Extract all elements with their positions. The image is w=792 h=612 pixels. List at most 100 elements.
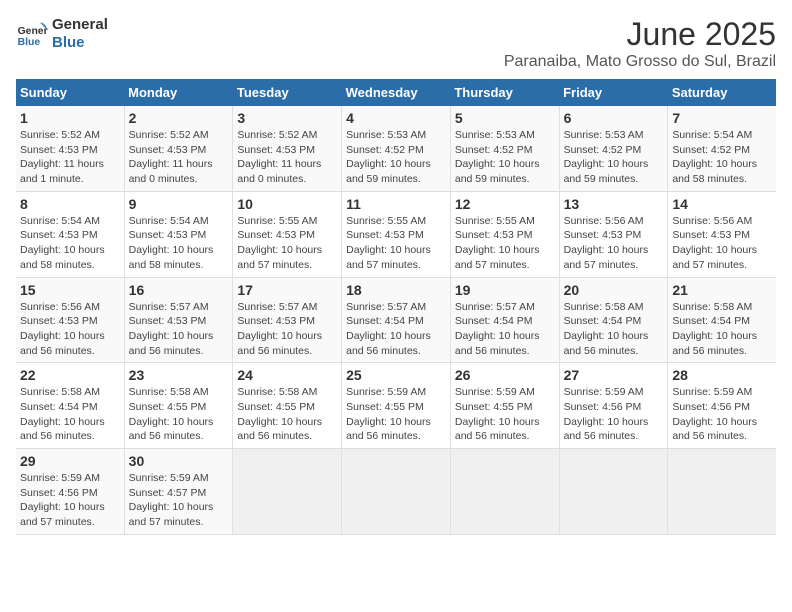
- calendar-week-5: 29 Sunrise: 5:59 AMSunset: 4:56 PMDayligh…: [16, 449, 776, 535]
- day-info: Sunrise: 5:58 AMSunset: 4:54 PMDaylight:…: [20, 385, 120, 444]
- calendar-week-4: 22 Sunrise: 5:58 AMSunset: 4:54 PMDayligh…: [16, 363, 776, 449]
- calendar-cell: 22 Sunrise: 5:58 AMSunset: 4:54 PMDayligh…: [16, 363, 124, 449]
- day-number: 27: [564, 367, 664, 383]
- day-number: 10: [237, 196, 337, 212]
- day-number: 29: [20, 453, 120, 469]
- calendar-cell: 10 Sunrise: 5:55 AMSunset: 4:53 PMDayligh…: [233, 191, 342, 277]
- day-number: 21: [672, 282, 772, 298]
- day-info: Sunrise: 5:56 AMSunset: 4:53 PMDaylight:…: [20, 300, 120, 359]
- day-number: 2: [129, 110, 229, 126]
- calendar-cell: 4Sunrise: 5:53 AMSunset: 4:52 PMDaylight…: [342, 106, 451, 191]
- day-info: Sunrise: 5:59 AMSunset: 4:56 PMDaylight:…: [672, 385, 772, 444]
- weekday-header-monday: Monday: [124, 79, 233, 106]
- day-number: 9: [129, 196, 229, 212]
- calendar-cell: 15 Sunrise: 5:56 AMSunset: 4:53 PMDayligh…: [16, 277, 124, 363]
- day-number: 15: [20, 282, 120, 298]
- day-number: 12: [455, 196, 555, 212]
- weekday-header-tuesday: Tuesday: [233, 79, 342, 106]
- day-number: 26: [455, 367, 555, 383]
- main-title: June 2025: [504, 16, 776, 53]
- calendar-cell: 28Sunrise: 5:59 AMSunset: 4:56 PMDayligh…: [668, 363, 776, 449]
- logo-line2: Blue: [52, 34, 108, 52]
- calendar-cell: 14Sunrise: 5:56 AMSunset: 4:53 PMDayligh…: [668, 191, 776, 277]
- day-number: 24: [237, 367, 337, 383]
- day-number: 8: [20, 196, 120, 212]
- day-info: Sunrise: 5:56 AMSunset: 4:53 PMDaylight:…: [564, 214, 664, 273]
- day-number: 19: [455, 282, 555, 298]
- title-area: June 2025 Paranaiba, Mato Grosso do Sul,…: [504, 16, 776, 71]
- svg-text:General: General: [18, 26, 48, 37]
- day-info: Sunrise: 5:57 AMSunset: 4:54 PMDaylight:…: [346, 300, 446, 359]
- day-info: Sunrise: 5:54 AMSunset: 4:52 PMDaylight:…: [672, 128, 772, 187]
- day-number: 23: [129, 367, 229, 383]
- logo-line1: General: [52, 16, 108, 34]
- day-info: Sunrise: 5:55 AMSunset: 4:53 PMDaylight:…: [237, 214, 337, 273]
- day-number: 5: [455, 110, 555, 126]
- calendar-cell: 20 Sunrise: 5:58 AMSunset: 4:54 PMDayligh…: [559, 277, 668, 363]
- calendar-cell: [668, 449, 776, 535]
- calendar-cell: 21Sunrise: 5:58 AMSunset: 4:54 PMDayligh…: [668, 277, 776, 363]
- calendar-cell: [233, 449, 342, 535]
- day-number: 25: [346, 367, 446, 383]
- calendar-cell: [559, 449, 668, 535]
- day-info: Sunrise: 5:59 AMSunset: 4:55 PMDaylight:…: [346, 385, 446, 444]
- day-info: Sunrise: 5:58 AMSunset: 4:55 PMDaylight:…: [237, 385, 337, 444]
- day-number: 7: [672, 110, 772, 126]
- day-info: Sunrise: 5:55 AMSunset: 4:53 PMDaylight:…: [346, 214, 446, 273]
- day-number: 20: [564, 282, 664, 298]
- sub-title: Paranaiba, Mato Grosso do Sul, Brazil: [504, 53, 776, 71]
- calendar-cell: 17Sunrise: 5:57 AMSunset: 4:53 PMDayligh…: [233, 277, 342, 363]
- day-number: 3: [237, 110, 337, 126]
- calendar-week-1: 1Sunrise: 5:52 AMSunset: 4:53 PMDaylight…: [16, 106, 776, 191]
- page-header: General Blue General Blue June 2025 Para…: [16, 16, 776, 71]
- day-info: Sunrise: 5:52 AMSunset: 4:53 PMDaylight:…: [20, 128, 120, 187]
- day-number: 22: [20, 367, 120, 383]
- day-info: Sunrise: 5:59 AMSunset: 4:56 PMDaylight:…: [564, 385, 664, 444]
- day-number: 13: [564, 196, 664, 212]
- calendar-cell: 12 Sunrise: 5:55 AMSunset: 4:53 PMDayligh…: [450, 191, 559, 277]
- day-number: 30: [129, 453, 229, 469]
- calendar-cell: 30 Sunrise: 5:59 AMSunset: 4:57 PMDayligh…: [124, 449, 233, 535]
- day-info: Sunrise: 5:54 AMSunset: 4:53 PMDaylight:…: [129, 214, 229, 273]
- day-info: Sunrise: 5:58 AMSunset: 4:54 PMDaylight:…: [564, 300, 664, 359]
- day-info: Sunrise: 5:52 AMSunset: 4:53 PMDaylight:…: [129, 128, 229, 187]
- calendar-cell: 29 Sunrise: 5:59 AMSunset: 4:56 PMDayligh…: [16, 449, 124, 535]
- calendar-header-row: SundayMondayTuesdayWednesdayThursdayFrid…: [16, 79, 776, 106]
- weekday-header-wednesday: Wednesday: [342, 79, 451, 106]
- logo-icon: General Blue: [16, 18, 48, 50]
- calendar-cell: 7 Sunrise: 5:54 AMSunset: 4:52 PMDaylight…: [668, 106, 776, 191]
- calendar-cell: 6Sunrise: 5:53 AMSunset: 4:52 PMDaylight…: [559, 106, 668, 191]
- calendar-cell: 9 Sunrise: 5:54 AMSunset: 4:53 PMDaylight…: [124, 191, 233, 277]
- day-info: Sunrise: 5:59 AMSunset: 4:56 PMDaylight:…: [20, 471, 120, 530]
- weekday-header-sunday: Sunday: [16, 79, 124, 106]
- weekday-header-friday: Friday: [559, 79, 668, 106]
- calendar-cell: 13 Sunrise: 5:56 AMSunset: 4:53 PMDayligh…: [559, 191, 668, 277]
- calendar-cell: 11 Sunrise: 5:55 AMSunset: 4:53 PMDayligh…: [342, 191, 451, 277]
- day-info: Sunrise: 5:55 AMSunset: 4:53 PMDaylight:…: [455, 214, 555, 273]
- calendar-cell: 1Sunrise: 5:52 AMSunset: 4:53 PMDaylight…: [16, 106, 124, 191]
- svg-text:Blue: Blue: [18, 37, 41, 48]
- calendar-cell: 18 Sunrise: 5:57 AMSunset: 4:54 PMDayligh…: [342, 277, 451, 363]
- day-number: 16: [129, 282, 229, 298]
- calendar-table: SundayMondayTuesdayWednesdayThursdayFrid…: [16, 79, 776, 535]
- day-info: Sunrise: 5:57 AMSunset: 4:54 PMDaylight:…: [455, 300, 555, 359]
- calendar-cell: 26 Sunrise: 5:59 AMSunset: 4:55 PMDayligh…: [450, 363, 559, 449]
- calendar-week-2: 8 Sunrise: 5:54 AMSunset: 4:53 PMDaylight…: [16, 191, 776, 277]
- day-number: 11: [346, 196, 446, 212]
- calendar-cell: [450, 449, 559, 535]
- day-info: Sunrise: 5:59 AMSunset: 4:55 PMDaylight:…: [455, 385, 555, 444]
- calendar-cell: 19 Sunrise: 5:57 AMSunset: 4:54 PMDayligh…: [450, 277, 559, 363]
- day-info: Sunrise: 5:59 AMSunset: 4:57 PMDaylight:…: [129, 471, 229, 530]
- day-number: 14: [672, 196, 772, 212]
- day-number: 18: [346, 282, 446, 298]
- calendar-cell: 5 Sunrise: 5:53 AMSunset: 4:52 PMDaylight…: [450, 106, 559, 191]
- calendar-cell: 3Sunrise: 5:52 AMSunset: 4:53 PMDaylight…: [233, 106, 342, 191]
- calendar-week-3: 15 Sunrise: 5:56 AMSunset: 4:53 PMDayligh…: [16, 277, 776, 363]
- calendar-cell: 25 Sunrise: 5:59 AMSunset: 4:55 PMDayligh…: [342, 363, 451, 449]
- calendar-cell: 23Sunrise: 5:58 AMSunset: 4:55 PMDayligh…: [124, 363, 233, 449]
- weekday-header-thursday: Thursday: [450, 79, 559, 106]
- logo: General Blue General Blue: [16, 16, 108, 52]
- day-info: Sunrise: 5:57 AMSunset: 4:53 PMDaylight:…: [129, 300, 229, 359]
- day-info: Sunrise: 5:53 AMSunset: 4:52 PMDaylight:…: [455, 128, 555, 187]
- calendar-cell: 24 Sunrise: 5:58 AMSunset: 4:55 PMDayligh…: [233, 363, 342, 449]
